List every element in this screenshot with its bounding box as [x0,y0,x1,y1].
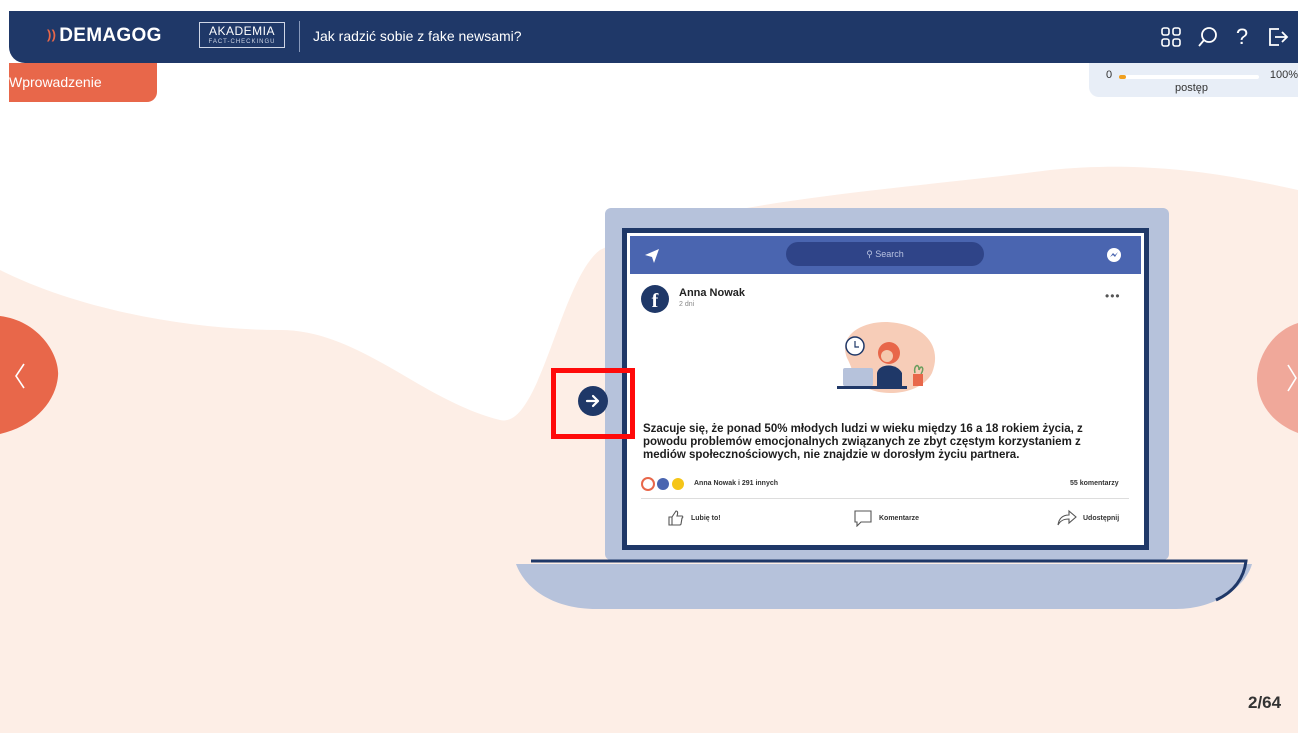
post-separator [641,498,1129,499]
avatar-letter: f [651,290,659,312]
section-tab-label: Wprowadzenie [9,74,102,90]
sound-waves-icon: )) [47,27,57,42]
akademia-badge: AKADEMIA FACT-CHECKINGU [199,22,285,48]
brand-name: DEMAGOG [59,25,162,46]
comment-icon [854,510,872,527]
facebook-avatar[interactable]: f [641,285,669,313]
send-icon[interactable] [644,248,660,264]
share-label: Udostępnij [1083,514,1120,522]
akademia-title: AKADEMIA [208,24,275,38]
exit-icon[interactable] [1264,24,1290,50]
woman-laptop-illustration [837,322,936,393]
share-button[interactable]: Udostępnij [1057,509,1119,527]
progress-min-label: 0 [1106,69,1113,81]
section-tab-intro[interactable]: Wprowadzenie [9,63,157,102]
course-title: Jak radzić sobie z fake newsami? [313,28,522,44]
comments-count[interactable]: 55 komentarzy [1070,480,1119,487]
arrow-right-icon [585,394,600,408]
progress-panel: 0 100% postęp [1089,63,1298,97]
comment-button[interactable]: Komentarze [853,509,919,527]
comment-label: Komentarze [879,514,920,522]
laptop-base [516,559,1252,609]
reaction-names[interactable]: Anna Nowak i 291 innych [694,480,778,487]
social-top-bar: ⚲ Search [630,236,1141,274]
header-divider [299,21,300,52]
progress-max-label: 100% [1269,69,1298,81]
top-bar: )) DEMAGOG AKADEMIA FACT-CHECKINGU Jak ra… [9,11,1298,63]
like-button[interactable]: Lubię to! [667,509,721,527]
more-options-icon[interactable]: ••• [1105,289,1121,303]
post-text: Szacuje się, że ponad 50% młodych ludzi … [643,423,1083,461]
thumbs-up-icon [668,510,684,526]
laptop-screen: ⚲ Search f Anna Nowak 2 dni ••• Szacuje … [627,233,1144,545]
messenger-icon[interactable] [1106,247,1122,263]
progress-track [1119,75,1259,79]
social-search-input[interactable]: ⚲ Search [786,242,984,266]
help-icon[interactable]: ? [1229,24,1255,50]
progress-label: postęp [1175,82,1209,94]
progress-fill [1119,75,1126,79]
post-author[interactable]: Anna Nowak [679,287,745,299]
page-indicator: 2/64 [1248,693,1282,712]
search-placeholder: Search [875,249,904,259]
reactions-icons[interactable] [641,477,691,491]
akademia-subtitle: FACT-CHECKINGU [208,39,276,45]
next-slide-button[interactable] [1252,323,1298,433]
previous-slide-button[interactable] [0,316,62,434]
share-icon [1057,509,1077,526]
grid-icon[interactable] [1158,24,1184,50]
search-icon[interactable] [1195,24,1221,50]
demagog-logo[interactable]: )) DEMAGOG [47,25,162,47]
help-glyph: ? [1235,24,1249,49]
post-time: 2 dni [679,301,695,308]
next-arrow-button[interactable] [578,386,608,416]
like-label: Lubię to! [691,514,721,522]
